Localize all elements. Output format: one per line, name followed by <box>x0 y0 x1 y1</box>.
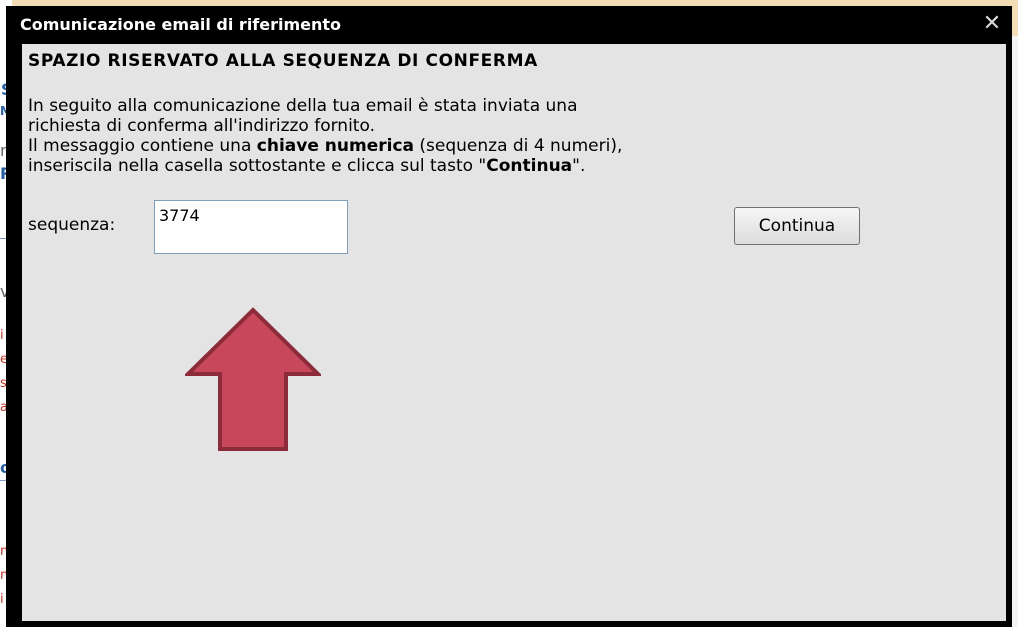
instructions-text: In seguito alla comunicazione della tua … <box>28 96 988 176</box>
sequence-input[interactable] <box>154 200 348 254</box>
up-arrow-icon <box>185 307 321 451</box>
background-text: i <box>0 592 4 607</box>
continue-emphasis: Continua <box>486 156 573 176</box>
instructions-line: Il messaggio contiene una chiave numeric… <box>28 136 988 156</box>
sequence-label: sequenza: <box>28 215 116 235</box>
dialog-titlebar[interactable]: Comunicazione email di riferimento ✕ <box>6 6 1012 44</box>
instructions-line: richiesta di conferma all'indirizzo forn… <box>28 116 375 136</box>
instructions-text-segment: inseriscila nella casella sottostante e … <box>28 156 487 176</box>
close-icon[interactable]: ✕ <box>980 12 1004 36</box>
instructions-line: inseriscila nella casella sottostante e … <box>28 156 988 176</box>
instructions-text-segment: (sequenza di 4 numeri), <box>414 136 623 156</box>
instructions-text-segment: ". <box>572 156 586 176</box>
numeric-key-emphasis: chiave numerica <box>256 136 414 156</box>
dialog-heading: SPAZIO RISERVATO ALLA SEQUENZA DI CONFER… <box>28 51 538 71</box>
instructions-text-segment: Il messaggio contiene una <box>28 136 257 156</box>
up-arrow-shape <box>185 307 321 451</box>
background-text: i <box>0 328 4 343</box>
continue-button[interactable]: Continua <box>734 207 860 245</box>
dialog-title: Comunicazione email di riferimento <box>20 15 342 34</box>
confirmation-dialog: Comunicazione email di riferimento ✕ SPA… <box>6 6 1012 627</box>
instructions-line: In seguito alla comunicazione della tua … <box>28 96 578 116</box>
dialog-body: SPAZIO RISERVATO ALLA SEQUENZA DI CONFER… <box>22 44 1006 621</box>
